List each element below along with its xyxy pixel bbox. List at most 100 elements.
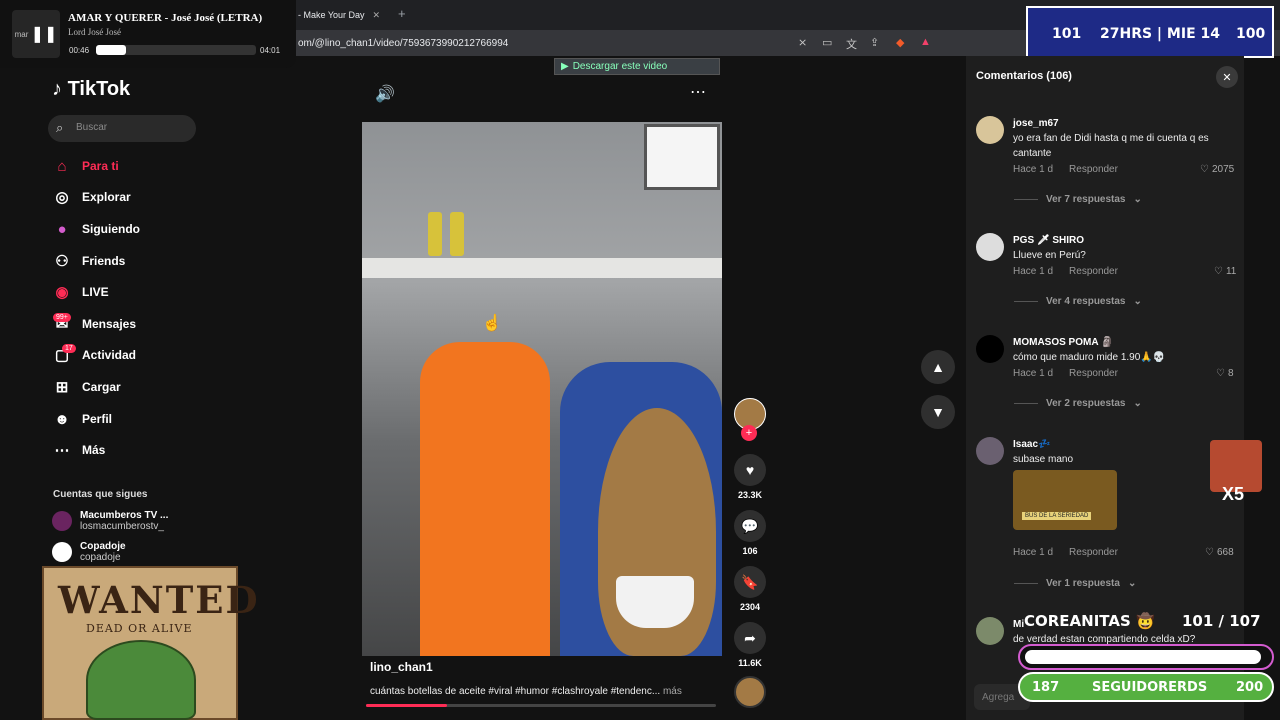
comment-icon[interactable]: 💬 [734,510,766,542]
activity-badge: 17 [62,344,76,353]
reply-button[interactable]: Responder [1069,266,1118,277]
reply-button[interactable]: Responder [1069,547,1118,558]
sidebar-item-explorar[interactable]: ◎ Explorar [52,186,130,208]
heart-icon[interactable]: ♥ [734,454,766,486]
comment-meta: Hace 1 d Responder [1013,266,1118,277]
bookmark-icon[interactable]: 🔖 [734,566,766,598]
like-action[interactable]: ♥ 23.3K [734,454,766,500]
account-handle: copadoje [80,552,121,563]
heart-outline-icon: ♡ [1216,368,1225,379]
sidebar-item-siguiendo[interactable]: ● Siguiendo [52,218,140,240]
no-media-icon[interactable]: ⨯ [798,36,807,49]
video-scene-window [644,124,720,190]
video-scene-orange-figure [420,342,550,656]
comment-image[interactable] [1013,470,1117,530]
view-replies-button[interactable]: Ver 7 respuestas ⌄ [1014,194,1142,205]
search-placeholder: Buscar [76,122,108,133]
view-replies-button[interactable]: Ver 4 respuestas ⌄ [1014,296,1142,307]
browser-tab[interactable]: - Make Your Day ✕ [298,4,390,26]
messages-badge: 99+ [53,313,71,322]
sound-disc-icon[interactable] [734,676,766,708]
new-tab-button[interactable]: + [398,6,406,21]
song-duration: 04:01 [260,46,281,55]
previous-video-button[interactable]: ▲ [921,350,955,384]
comment-user[interactable]: Mi [1013,619,1024,630]
comment-like[interactable]: ♡ 2075 [1200,164,1234,175]
screen-icon[interactable]: ▭ [822,36,832,49]
pause-icon[interactable]: ❚❚ [31,24,58,44]
more-icon: ⋯ [54,442,70,459]
video-scene-diaper [616,576,694,628]
following-account[interactable]: Copadoje copadoje [52,541,126,563]
following-icon: ● [57,220,67,238]
chevron-down-icon: ⌄ [1133,296,1142,307]
sidebar-item-para-ti[interactable]: ⌂ Para ti [52,155,118,177]
comment-text: subase mano [1013,454,1074,465]
avatar[interactable] [976,116,1004,144]
song-progress-fill [96,45,127,55]
download-label: Descargar este video [572,61,668,72]
friends-icon: ⚇ [55,253,69,270]
sidebar-item-cargar[interactable]: ⊞ Cargar [52,376,121,398]
comment-text: Llueve en Perú? [1013,250,1086,261]
comment-user[interactable]: PGS 🗡 SHIRO [1013,235,1084,246]
follow-plus-icon[interactable]: + [741,425,757,441]
comment-like[interactable]: ♡ 8 [1216,368,1234,379]
comment-user[interactable]: jose_m67 [1013,118,1059,129]
comment-user[interactable]: Isaac💤 [1013,439,1050,450]
avatar[interactable] [976,437,1004,465]
account-name: Copadoje [80,541,126,552]
shield-icon[interactable]: ◆ [896,36,904,49]
avatar[interactable] [976,233,1004,261]
comment-like[interactable]: ♡ 11 [1214,266,1236,277]
heart-outline-icon: ♡ [1214,266,1223,277]
caption-more-link[interactable]: más [663,686,682,697]
sidebar-item-mas[interactable]: ⋯ Más [52,439,106,461]
save-action[interactable]: 🔖 2304 [734,566,766,612]
search-input[interactable] [48,115,196,142]
video-more-icon[interactable]: ⋯ [690,82,706,102]
heart-outline-icon: ♡ [1205,547,1214,558]
close-icon[interactable]: ✕ [1216,66,1238,88]
video-scene-bottle [428,212,442,256]
comment-like[interactable]: ♡ 668 [1205,547,1234,558]
account-handle: losmacumberostv_ [80,521,164,532]
share-icon[interactable]: ⇪ [870,36,879,49]
view-replies-button[interactable]: Ver 1 respuesta ⌄ [1014,578,1136,589]
comments-title: Comentarios (106) [976,70,1072,82]
search-icon: ⌕ [56,120,64,135]
following-accounts-header: Cuentas que sigues [53,489,148,500]
video-caption: cuántas botellas de aceite #viral #humor… [370,686,682,697]
share-arrow-icon[interactable]: ➦ [734,622,766,654]
reply-button[interactable]: Responder [1069,164,1118,175]
share-action[interactable]: ➦ 11.6K [734,622,766,668]
chevron-down-icon: ⌄ [1127,578,1137,589]
chevron-down-icon: ⌄ [1133,398,1142,409]
video-author[interactable]: lino_chan1 [370,660,433,674]
tab-close-icon[interactable]: ✕ [373,10,381,21]
wanted-subtitle: DEAD OR ALIVE [86,622,193,635]
sidebar-item-friends[interactable]: ⚇ Friends [52,250,125,272]
comment-action[interactable]: 💬 106 [734,510,766,556]
sidebar-item-perfil[interactable]: ☻ Perfil [52,408,112,430]
stream-counter-box: 101 27HRS | MIE 14 100 [1026,6,1274,58]
comment-text: yo era fan de Didi hasta q me di cuenta … [1013,133,1209,159]
avatar[interactable] [976,617,1004,645]
following-account[interactable]: Macumberos TV ... losmacumberostv_ [52,510,168,532]
view-replies-button[interactable]: Ver 2 respuestas ⌄ [1014,398,1142,409]
avatar [52,542,72,562]
translate-icon[interactable]: 文 [846,36,857,52]
frog-image [86,640,196,720]
follower-goal-bar: 187 SEGUIDORERDS 200 [1018,672,1274,702]
url-input[interactable]: om/@lino_chan1/video/7593673990212766994 [298,38,508,49]
reply-button[interactable]: Responder [1069,368,1118,379]
account-name: Macumberos TV ... [80,510,169,521]
rewards-icon[interactable]: ▲ [920,36,931,48]
volume-icon[interactable]: 🔊 [375,84,395,104]
download-video-bar[interactable]: ▶ Descargar este video [554,58,720,75]
next-video-button[interactable]: ▼ [921,395,955,429]
sidebar-item-live[interactable]: ◉ LIVE [52,281,108,303]
tiktok-logo[interactable]: ♪ TikTok [52,78,130,101]
avatar[interactable] [976,335,1004,363]
comment-user[interactable]: MOMASOS POMA 🗿 [1013,337,1113,348]
